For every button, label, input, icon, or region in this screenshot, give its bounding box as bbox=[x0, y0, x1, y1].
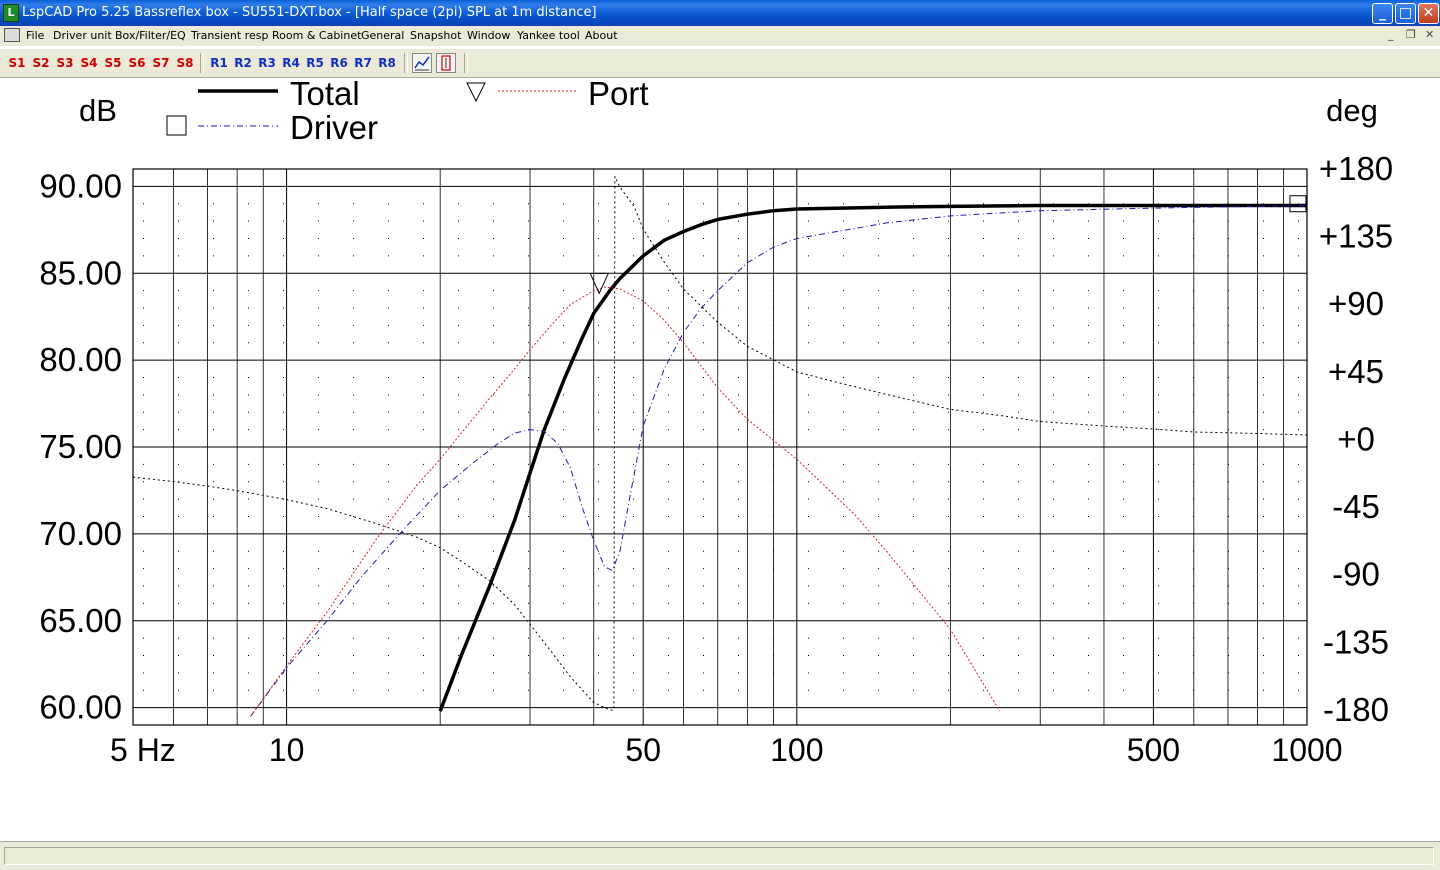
snapshot-s1-button[interactable]: S1 bbox=[6, 52, 28, 74]
recall-r1-button[interactable]: R1 bbox=[208, 52, 230, 74]
recall-r8-button[interactable]: R8 bbox=[376, 52, 398, 74]
snapshot-s2-button[interactable]: S2 bbox=[30, 52, 52, 74]
y2-tick-label: +180 bbox=[1319, 150, 1393, 187]
toolbar-separator bbox=[404, 53, 408, 73]
snapshot-s3-button[interactable]: S3 bbox=[54, 52, 76, 74]
x-tick-label: 50 bbox=[625, 732, 661, 768]
legend-driver-label: Driver bbox=[290, 109, 378, 146]
snapshot-s8-button[interactable]: S8 bbox=[174, 52, 196, 74]
y-tick-label: 75.00 bbox=[39, 428, 122, 465]
legend-driver-marker bbox=[166, 115, 187, 136]
chart-labels: 90.00 85.00 80.00 75.00 70.00 65.00 60.00 +180 +… bbox=[39, 93, 1393, 768]
y-axis-unit-label: dB bbox=[79, 93, 117, 128]
minimize-button[interactable]: _ bbox=[1372, 3, 1393, 24]
window-title: LspCAD Pro 5.25 Bassreflex box - SU551-D… bbox=[22, 5, 597, 20]
chart-legend: TotalDriver Port bbox=[166, 75, 649, 146]
y2-tick-label: +45 bbox=[1328, 353, 1384, 390]
x-tick-label: 1000 bbox=[1271, 732, 1342, 768]
menu-snapshot[interactable]: Snapshot bbox=[410, 29, 461, 42]
y2-tick-label: +90 bbox=[1328, 285, 1384, 322]
mdi-minimize-button[interactable]: _ bbox=[1388, 28, 1394, 41]
y2-tick-label: -135 bbox=[1323, 623, 1389, 660]
recall-r7-button[interactable]: R7 bbox=[352, 52, 374, 74]
snapshot-s4-button[interactable]: S4 bbox=[78, 52, 100, 74]
spl-chart[interactable]: 90.00 85.00 80.00 75.00 70.00 65.00 60.00 +180 +… bbox=[0, 75, 1440, 841]
y-tick-label: 65.00 bbox=[39, 602, 122, 639]
toolbar-separator bbox=[200, 53, 204, 73]
x-tick-label: 10 bbox=[269, 732, 305, 768]
mdi-restore-button[interactable]: ❐ bbox=[1406, 28, 1416, 41]
menu-driver-unit[interactable]: Driver unit bbox=[53, 29, 112, 42]
y2-tick-label: +135 bbox=[1319, 218, 1393, 255]
menu-about[interactable]: About bbox=[585, 29, 618, 42]
snapshot-s7-button[interactable]: S7 bbox=[150, 52, 172, 74]
series-driver-line bbox=[250, 205, 1308, 717]
y2-axis-unit-label: deg bbox=[1326, 93, 1378, 128]
menu-box-filter-eq[interactable]: Box/Filter/EQ bbox=[115, 29, 186, 42]
document-icon[interactable] bbox=[4, 28, 20, 42]
recall-r6-button[interactable]: R6 bbox=[328, 52, 350, 74]
snapshot-s6-button[interactable]: S6 bbox=[126, 52, 148, 74]
series-phase-line bbox=[132, 176, 1308, 711]
port-marker-triangle bbox=[589, 272, 610, 295]
graph-tool-icon[interactable] bbox=[412, 53, 432, 73]
toolbar-separator bbox=[464, 53, 468, 73]
status-bar bbox=[0, 841, 1440, 870]
y2-tick-label: -90 bbox=[1332, 556, 1380, 593]
toolbar: S1 S2 S3 S4 S5 S6 S7 S8 R1 R2 R3 R4 R5 R… bbox=[0, 49, 1440, 78]
app-icon[interactable]: L bbox=[3, 4, 19, 22]
spl-chart-panel[interactable]: 90.00 85.00 80.00 75.00 70.00 65.00 60.00 +180 +… bbox=[0, 75, 1440, 841]
x-tick-label: 5 Hz bbox=[110, 732, 176, 768]
chart-curves bbox=[132, 176, 1308, 717]
recall-r5-button[interactable]: R5 bbox=[304, 52, 326, 74]
menu-room-cabinet[interactable]: Room & Cabinet bbox=[272, 29, 361, 42]
legend-port-label: Port bbox=[588, 79, 649, 112]
menu-bar: File Driver unit Box/Filter/EQ Transient… bbox=[0, 26, 1440, 46]
menu-file[interactable]: File bbox=[26, 29, 44, 42]
menu-transient-resp[interactable]: Transient resp bbox=[191, 29, 268, 42]
mdi-close-button[interactable]: ✕ bbox=[1425, 28, 1434, 41]
close-button[interactable]: ✕ bbox=[1418, 3, 1439, 24]
y2-tick-label: +0 bbox=[1337, 420, 1375, 457]
menu-yankee-tool[interactable]: Yankee tool bbox=[517, 29, 580, 42]
y-tick-label: 70.00 bbox=[39, 515, 122, 552]
series-total-line bbox=[438, 203, 1307, 712]
status-panel bbox=[4, 847, 1434, 865]
x-tick-label: 100 bbox=[770, 732, 823, 768]
y-tick-label: 80.00 bbox=[39, 341, 122, 378]
y2-tick-label: -180 bbox=[1323, 691, 1389, 728]
y-tick-label: 90.00 bbox=[39, 167, 122, 204]
y2-tick-label: -45 bbox=[1332, 488, 1380, 525]
menu-general[interactable]: General bbox=[361, 29, 404, 42]
recall-r2-button[interactable]: R2 bbox=[232, 52, 254, 74]
recall-r3-button[interactable]: R3 bbox=[256, 52, 278, 74]
series-port-line bbox=[250, 286, 1001, 717]
title-bar[interactable]: L LspCAD Pro 5.25 Bassreflex box - SU551… bbox=[0, 0, 1440, 26]
menu-window[interactable]: Window bbox=[467, 29, 510, 42]
recall-r4-button[interactable]: R4 bbox=[280, 52, 302, 74]
maximize-button[interactable]: □ bbox=[1395, 3, 1416, 24]
y-tick-label: 60.00 bbox=[39, 689, 122, 726]
legend-port-marker bbox=[466, 82, 486, 103]
y-tick-label: 85.00 bbox=[39, 254, 122, 291]
cursor-tool-icon[interactable] bbox=[436, 53, 456, 73]
x-tick-label: 500 bbox=[1127, 732, 1180, 768]
snapshot-s5-button[interactable]: S5 bbox=[102, 52, 124, 74]
legend-total-label: Total bbox=[290, 79, 360, 112]
